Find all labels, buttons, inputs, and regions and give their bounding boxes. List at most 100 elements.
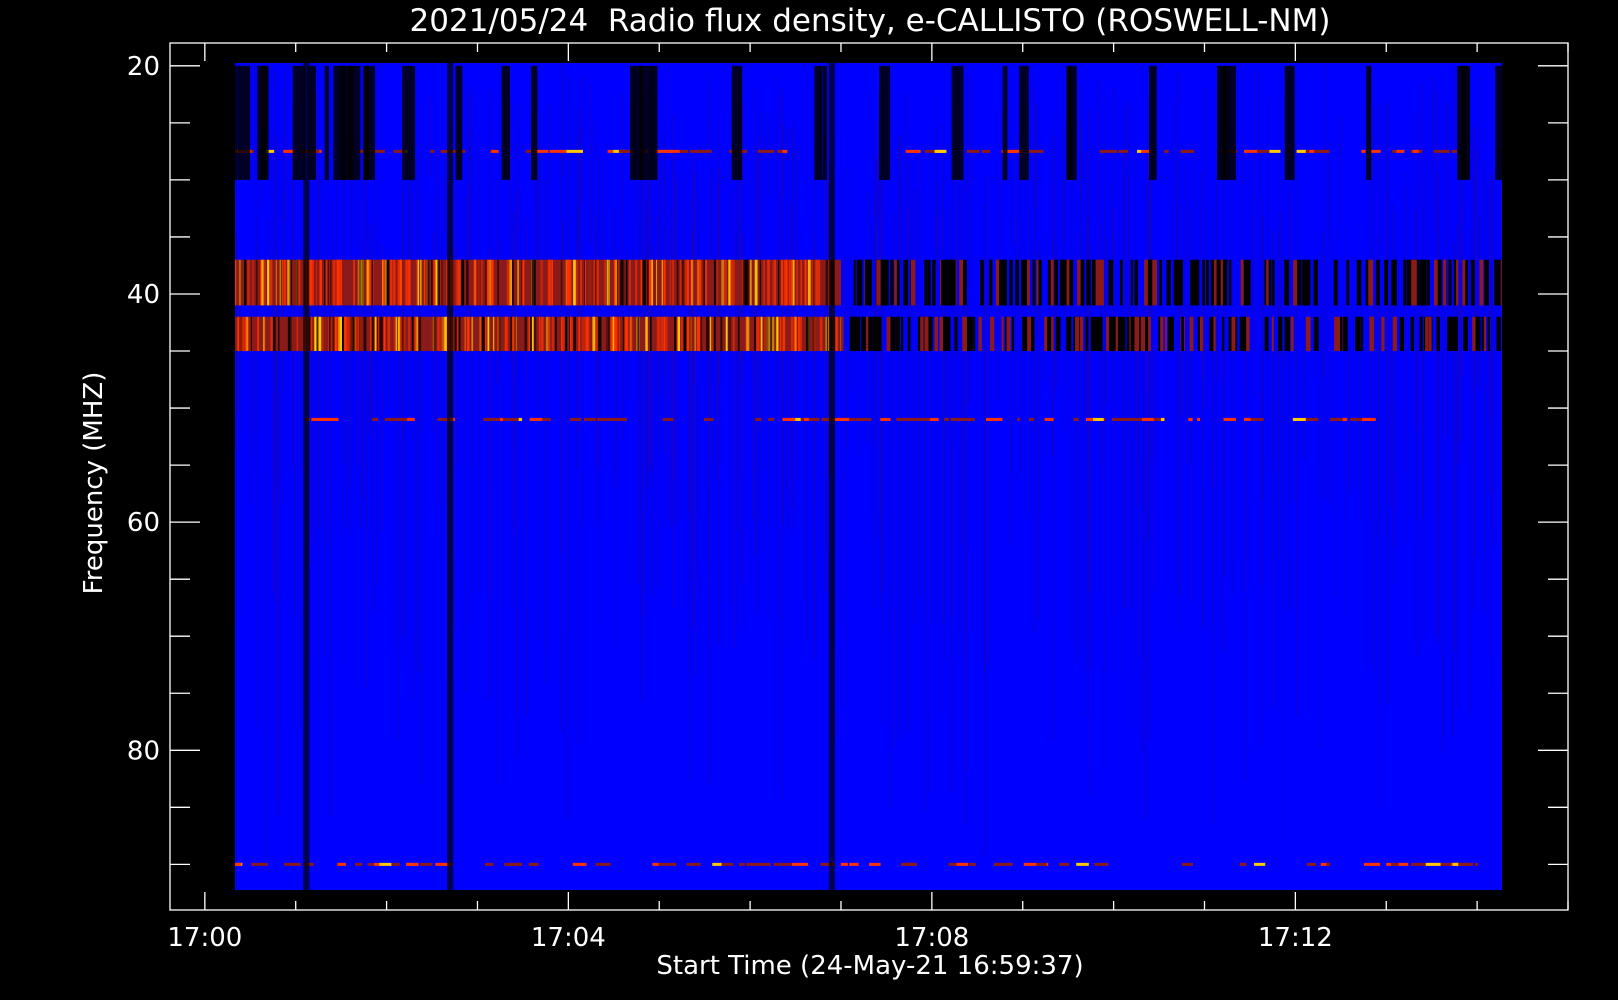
interference-column bbox=[731, 65, 743, 180]
line-segment bbox=[284, 862, 301, 866]
line-segment bbox=[1296, 149, 1307, 153]
texture-streak bbox=[1261, 200, 1263, 501]
emission-streak bbox=[509, 259, 513, 306]
line-segment bbox=[1111, 417, 1127, 421]
texture-streak bbox=[789, 202, 791, 507]
emission-dark-streak bbox=[990, 316, 995, 352]
line-segment bbox=[697, 149, 712, 153]
emission-streak bbox=[528, 316, 531, 352]
emission-streak bbox=[353, 259, 355, 306]
emission-streak bbox=[709, 316, 712, 352]
emission-dark-streak bbox=[1487, 316, 1490, 352]
emission-streak bbox=[440, 316, 442, 352]
emission-dark-streak bbox=[1410, 316, 1414, 352]
emission-streak bbox=[299, 259, 301, 306]
line-segment bbox=[1326, 862, 1331, 866]
texture-streak bbox=[1034, 72, 1036, 430]
emission-dark-streak bbox=[932, 259, 936, 306]
emission-dark-streak bbox=[947, 316, 951, 352]
emission-dark-streak bbox=[1080, 316, 1084, 352]
emission-dark-streak bbox=[1108, 259, 1114, 306]
emission-streak bbox=[782, 259, 786, 306]
line-segment bbox=[1315, 149, 1329, 153]
emission-streak bbox=[663, 316, 666, 352]
emission-streak bbox=[746, 316, 750, 352]
emission-dark-streak bbox=[1272, 259, 1275, 306]
emission-dark-streak bbox=[1391, 259, 1396, 306]
line-segment bbox=[1269, 149, 1281, 153]
emission-dark-streak bbox=[969, 316, 973, 352]
emission-streak bbox=[309, 259, 313, 306]
emission-dark-streak bbox=[1109, 316, 1113, 352]
texture-streak bbox=[707, 73, 709, 148]
emission-dark-streak bbox=[1243, 259, 1246, 306]
emission-streak bbox=[573, 259, 576, 306]
line-segment bbox=[1361, 149, 1366, 153]
line-segment bbox=[720, 862, 734, 866]
line-segment bbox=[528, 862, 539, 866]
line-segment bbox=[407, 862, 419, 866]
emission-dark-streak bbox=[1428, 316, 1432, 352]
emission-streak bbox=[629, 259, 631, 306]
texture-streak bbox=[1014, 132, 1016, 243]
texture-streak bbox=[1490, 267, 1492, 658]
emission-dark-streak bbox=[934, 316, 939, 352]
texture-streak bbox=[1372, 107, 1374, 275]
texture-streak bbox=[640, 150, 642, 702]
emission-dark-streak bbox=[1339, 316, 1343, 352]
emission-streak bbox=[420, 259, 422, 306]
line-segment bbox=[1092, 417, 1104, 421]
emission-streak bbox=[255, 259, 258, 306]
emission-dark-streak bbox=[1067, 316, 1072, 352]
emission-dark-streak bbox=[924, 259, 928, 306]
line-segment bbox=[1073, 417, 1079, 421]
texture-streak bbox=[851, 166, 853, 390]
emission-dark-streak bbox=[1220, 259, 1223, 306]
line-segment bbox=[782, 417, 796, 421]
emission-dark-streak bbox=[1206, 259, 1209, 306]
emission-streak bbox=[807, 316, 810, 352]
emission-streak bbox=[618, 316, 620, 352]
emission-dark-streak bbox=[1216, 259, 1221, 306]
texture-streak bbox=[1103, 282, 1105, 769]
line-segment bbox=[1239, 862, 1247, 866]
emission-streak bbox=[671, 259, 675, 306]
line-segment bbox=[1396, 149, 1405, 153]
emission-streak bbox=[395, 316, 398, 352]
emission-dark-streak bbox=[1443, 259, 1447, 306]
emission-streak bbox=[487, 259, 491, 306]
emission-dark-streak bbox=[1297, 259, 1302, 306]
line-segment bbox=[1196, 417, 1201, 421]
texture-streak bbox=[470, 87, 472, 624]
emission-streak bbox=[754, 316, 757, 352]
texture-streak bbox=[1454, 68, 1456, 153]
emission-streak bbox=[244, 259, 247, 306]
emission-dark-streak bbox=[1091, 259, 1096, 306]
interference-column bbox=[324, 65, 329, 180]
emission-streak bbox=[648, 259, 652, 306]
texture-streak bbox=[782, 287, 784, 800]
emission-streak bbox=[545, 316, 549, 352]
emission-streak bbox=[705, 259, 708, 306]
emission-streak bbox=[371, 316, 374, 352]
emission-streak bbox=[615, 316, 618, 352]
line-segment bbox=[1160, 417, 1165, 421]
texture-streak bbox=[441, 265, 443, 563]
line-segment bbox=[792, 862, 809, 866]
emission-streak bbox=[555, 316, 557, 352]
emission-streak bbox=[267, 259, 270, 306]
y-axis-title: Frequency (MHZ) bbox=[79, 372, 109, 595]
emission-streak bbox=[669, 259, 672, 306]
emission-dark-streak bbox=[1392, 316, 1398, 352]
emission-streak bbox=[649, 316, 652, 352]
interference-column bbox=[303, 63, 310, 890]
emission-streak bbox=[687, 316, 689, 352]
texture-streak bbox=[1131, 288, 1133, 728]
emission-streak bbox=[247, 259, 250, 306]
interference-column bbox=[455, 65, 463, 180]
emission-streak bbox=[347, 316, 351, 352]
texture-streak bbox=[1128, 100, 1130, 608]
emission-dark-streak bbox=[1148, 316, 1151, 352]
line-segment bbox=[517, 862, 522, 866]
emission-streak bbox=[431, 259, 433, 306]
